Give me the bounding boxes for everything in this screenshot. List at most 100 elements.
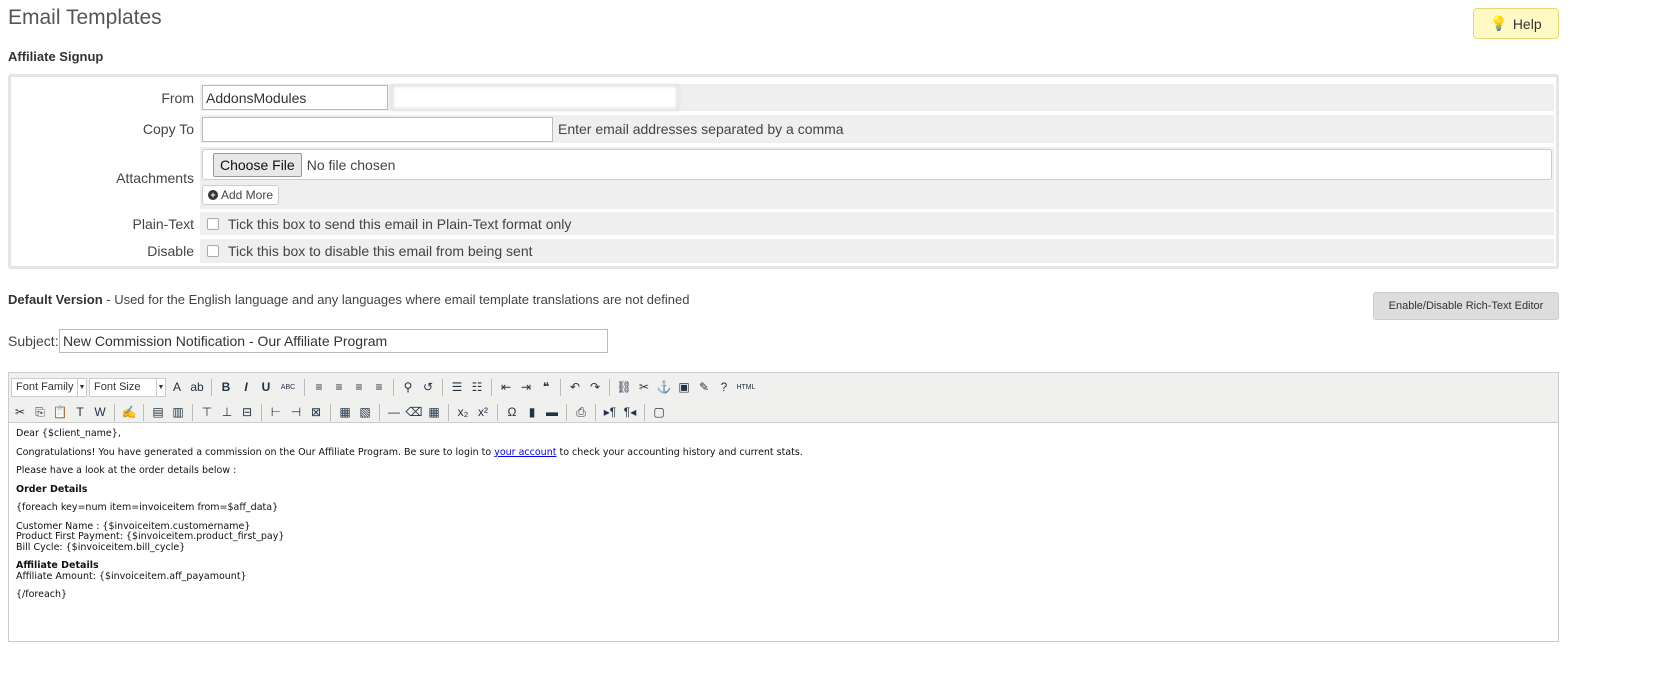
version-heading: Default Version - Used for the English l… (8, 292, 689, 307)
editor-content[interactable]: Dear {$client_name}, Congratulations! Yo… (9, 423, 1558, 615)
toggle-rich-text-button[interactable]: Enable/Disable Rich-Text Editor (1373, 292, 1559, 320)
hr2-icon[interactable]: ▬ (543, 403, 561, 421)
toolbar-separator (595, 403, 596, 421)
split-cell-icon[interactable]: ▦ (336, 403, 354, 421)
choose-file-button[interactable]: Choose File (213, 152, 302, 177)
toolbar-separator (304, 378, 305, 396)
add-more-button[interactable]: + Add More (202, 185, 280, 205)
help-label: Help (1512, 15, 1542, 32)
plain-text-checkbox[interactable] (207, 217, 219, 230)
copy-to-input[interactable] (202, 116, 553, 142)
look-text: Please have a look at the order details … (16, 465, 237, 476)
bullet-list-icon[interactable]: ☰ (448, 378, 466, 396)
font-family-select[interactable]: Font Family ▼ (11, 377, 87, 397)
superscript-icon[interactable]: x² (474, 403, 492, 421)
line-customer: Customer Name : {$invoiceitem.customerna… (16, 520, 251, 532)
edit-icon[interactable]: ✍ (120, 403, 138, 421)
toolbar-separator (379, 403, 380, 421)
align-left-icon[interactable]: ≡ (310, 378, 328, 396)
paste-word-icon[interactable]: W (91, 403, 109, 421)
justify-icon[interactable]: ≡ (370, 378, 388, 396)
cut-icon[interactable]: ✂ (11, 403, 29, 421)
from-label: From (161, 89, 194, 106)
bold-icon[interactable]: B (217, 378, 235, 396)
delete-row-icon[interactable]: ⊟ (238, 403, 256, 421)
disable-desc: Tick this box to disable this email from… (228, 243, 533, 259)
table-icon[interactable]: ▦ (425, 403, 443, 421)
file-input[interactable]: Choose File No file chosen (202, 149, 1552, 180)
hr-icon[interactable]: — (385, 403, 403, 421)
link-icon[interactable]: ⛓ (615, 378, 633, 396)
subscript-icon[interactable]: x₂ (454, 403, 472, 421)
cleanup-icon[interactable]: ✎ (695, 378, 713, 396)
numbered-list-icon[interactable]: ☷ (468, 378, 486, 396)
rtl-icon[interactable]: ¶◂ (621, 403, 639, 421)
align-center-icon[interactable]: ≡ (330, 378, 348, 396)
redo-icon[interactable]: ↷ (586, 378, 604, 396)
row-after-icon[interactable]: ⊥ (218, 403, 236, 421)
plus-circle-icon: + (208, 190, 218, 200)
find-icon[interactable]: ⚲ (399, 378, 417, 396)
copy-to-label: Copy To (142, 121, 194, 137)
outdent-icon[interactable]: ⇤ (497, 378, 515, 396)
col-after-icon[interactable]: ⊣ (287, 403, 305, 421)
plain-text-desc: Tick this box to send this email in Plai… (228, 215, 572, 232)
font-color-icon[interactable]: A (168, 378, 186, 396)
undo-icon[interactable]: ↶ (566, 378, 584, 396)
strikethrough-icon[interactable]: ABC (277, 378, 299, 396)
settings-panel: From Copy To Enter email addresses separ… (8, 74, 1559, 269)
affiliate-amount: Affiliate Amount: {$invoiceitem.aff_paya… (16, 570, 247, 582)
blockquote-icon[interactable]: ❝ (537, 378, 555, 396)
delete-col-icon[interactable]: ⊠ (307, 403, 325, 421)
line-cycle: Bill Cycle: {$invoiceitem.bill_cycle} (16, 541, 186, 553)
help-icon[interactable]: ? (715, 378, 733, 396)
toolbar-separator (211, 378, 212, 396)
subject-input[interactable] (59, 329, 608, 353)
fullscreen-icon[interactable]: ▢ (650, 403, 668, 421)
from-name-input[interactable] (202, 85, 388, 110)
attachments-label: Attachments (116, 170, 194, 186)
paste-icon[interactable]: 📋 (51, 403, 69, 421)
replace-icon[interactable]: ↺ (419, 378, 437, 396)
eraser-icon[interactable]: ⌫ (405, 403, 423, 421)
lightbulb-icon: 💡 (1490, 15, 1508, 31)
order-heading: Order Details (16, 483, 88, 495)
table-col-icon[interactable]: ▥ (169, 403, 187, 421)
html-icon[interactable]: HTML (735, 378, 757, 396)
copy-to-hint: Enter email addresses separated by a com… (558, 121, 844, 137)
anchor-icon[interactable]: ⚓ (655, 378, 673, 396)
font-family-value: Font Family (16, 381, 74, 393)
align-right-icon[interactable]: ≡ (350, 378, 368, 396)
account-link[interactable]: your account (494, 447, 556, 458)
affiliate-heading: Affiliate Details (16, 560, 99, 571)
font-size-select[interactable]: Font Size ▼ (89, 377, 166, 397)
row-before-icon[interactable]: ⊤ (198, 403, 216, 421)
plain-text-label: Plain-Text (132, 215, 194, 232)
toolbar-separator (644, 403, 645, 421)
toolbar-separator (192, 403, 193, 421)
disable-checkbox[interactable] (207, 245, 219, 257)
toolbar-separator (261, 403, 262, 421)
underline-icon[interactable]: U (257, 378, 275, 396)
indent-icon[interactable]: ⇥ (517, 378, 535, 396)
section-title: Affiliate Signup (8, 49, 104, 64)
toolbar-separator (609, 378, 610, 396)
toolbar-separator (497, 403, 498, 421)
ltr-icon[interactable]: ▸¶ (601, 403, 619, 421)
toolbar-separator (448, 403, 449, 421)
merge-cell-icon[interactable]: ▧ (356, 403, 374, 421)
unlink-icon[interactable]: ✂ (635, 378, 653, 396)
toolbar-separator (491, 378, 492, 396)
from-email-input[interactable] (392, 85, 678, 110)
italic-icon[interactable]: I (237, 378, 255, 396)
print-icon[interactable]: ⎙ (572, 403, 590, 421)
charmap-icon[interactable]: Ω (503, 403, 521, 421)
paste-text-icon[interactable]: T (71, 403, 89, 421)
help-button[interactable]: 💡 Help (1473, 8, 1559, 39)
table-row-icon[interactable]: ▤ (149, 403, 167, 421)
media-icon[interactable]: ▮ (523, 403, 541, 421)
copy-icon[interactable]: ⎘ (31, 403, 49, 421)
highlight-icon[interactable]: ab (188, 378, 206, 396)
image-icon[interactable]: ▣ (675, 378, 693, 396)
col-before-icon[interactable]: ⊢ (267, 403, 285, 421)
